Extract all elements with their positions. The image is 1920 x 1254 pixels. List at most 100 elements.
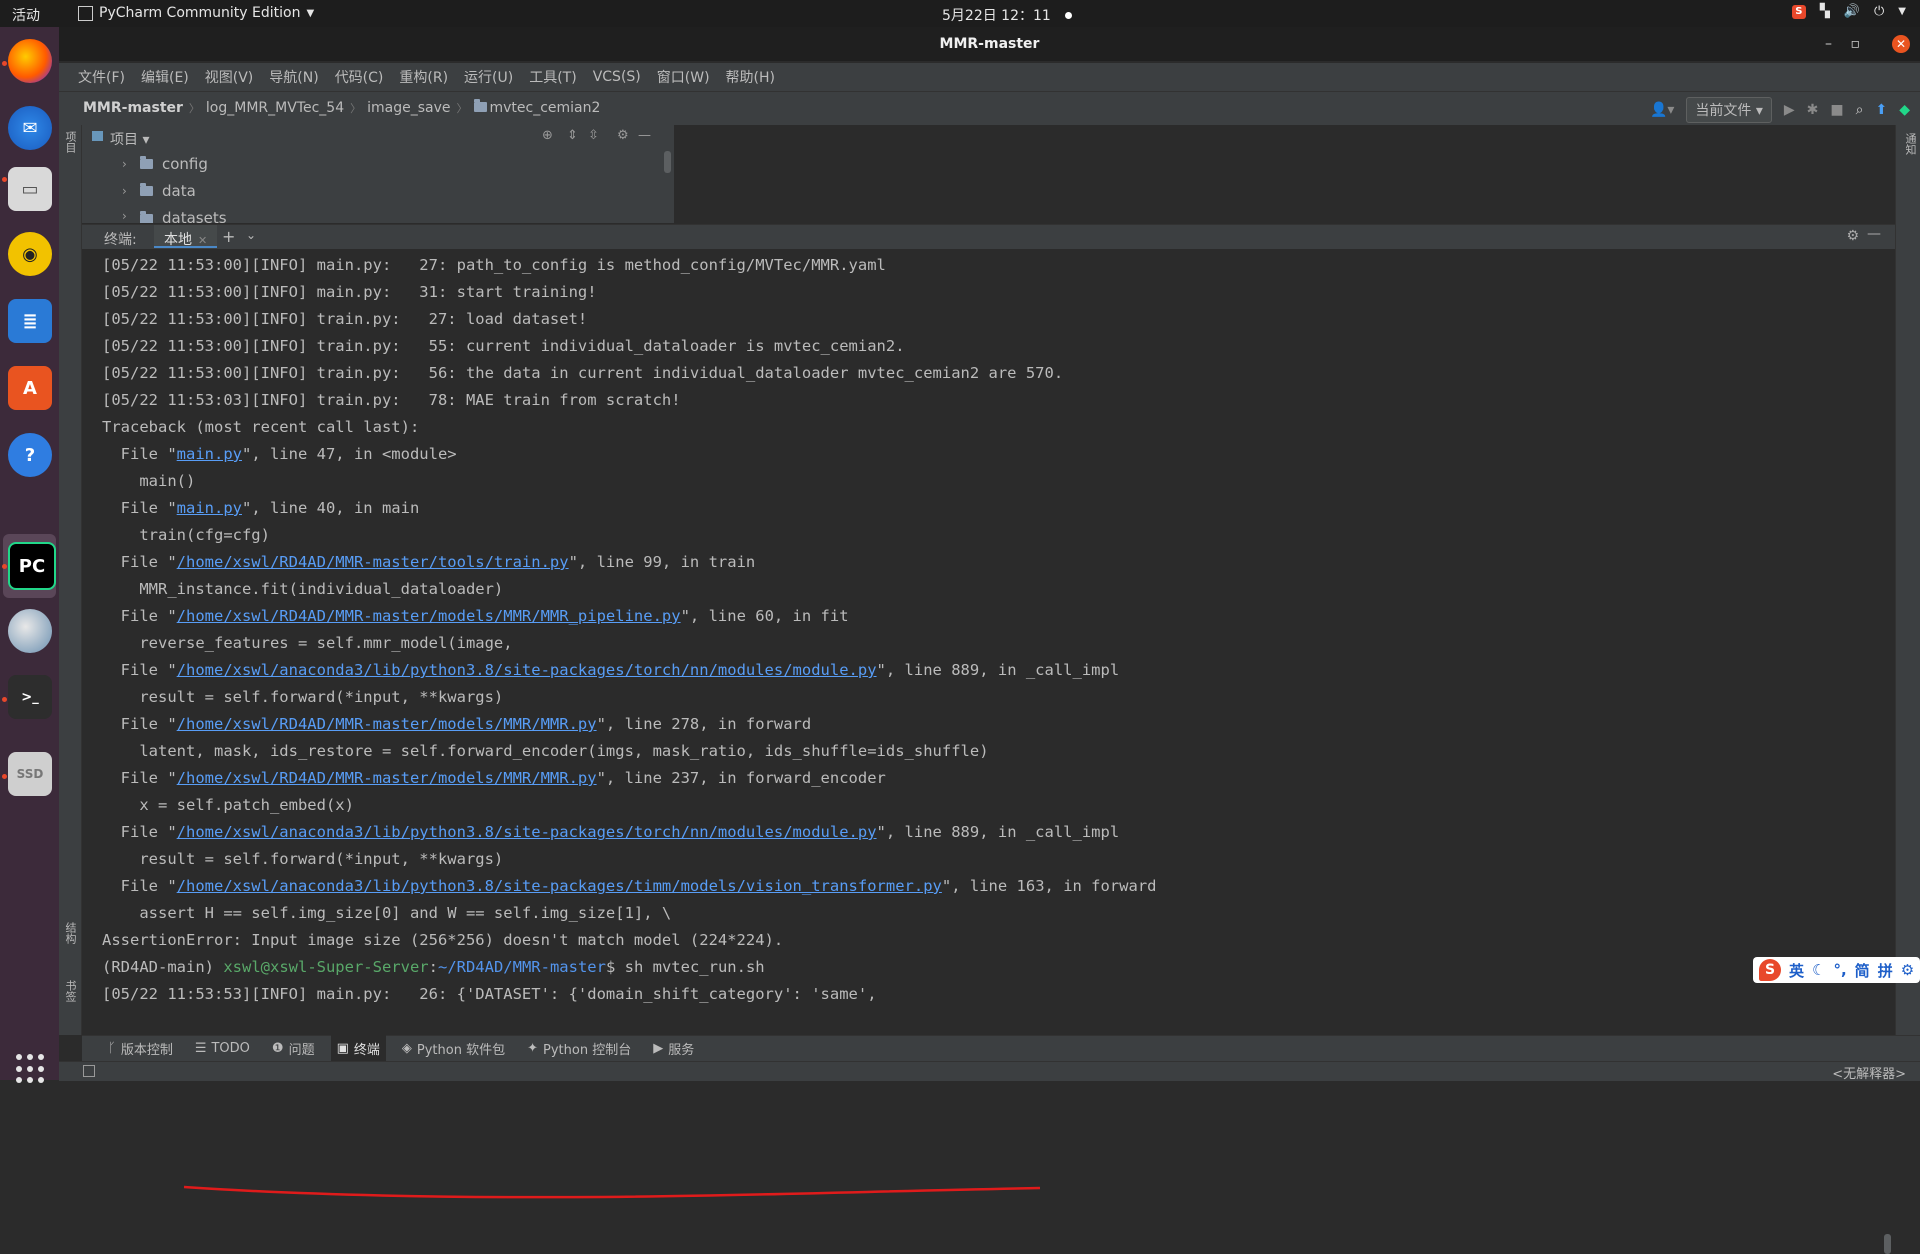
menu-view[interactable]: 视图(V) <box>205 67 254 87</box>
clock[interactable]: 5月22日 12：11 <box>942 5 1072 25</box>
project-tool-tab[interactable]: 项目 <box>62 131 78 153</box>
tab-terminal[interactable]: ▣ 终端 <box>330 1035 386 1062</box>
stop-icon[interactable]: ■ <box>1830 102 1843 118</box>
editor-area[interactable] <box>675 125 1895 223</box>
ime-toolbar[interactable]: S 英 ☾ °, 简 拼 ⚙ <box>1753 957 1920 983</box>
file-link[interactable]: /home/xswl/anaconda3/lib/python3.8/site-… <box>177 823 877 841</box>
red-underline-annotation <box>183 1185 1041 1199</box>
terminal-text: [05/22 11:53:00][INFO] train.py: 55: cur… <box>102 337 905 355</box>
menu-navigate[interactable]: 导航(N) <box>269 67 318 87</box>
firefox-icon[interactable] <box>8 39 52 83</box>
close-icon[interactable]: ✕ <box>1892 35 1910 53</box>
tree-item-config[interactable]: › config <box>122 155 208 173</box>
search-icon[interactable]: ⌕ <box>1856 102 1864 118</box>
window-titlebar[interactable]: MMR-master – ▫ ✕ <box>59 27 1920 61</box>
file-link[interactable]: main.py <box>177 499 242 517</box>
terminal-icon[interactable]: >_ <box>8 675 52 719</box>
pycharm-icon[interactable]: PC <box>8 542 56 590</box>
chevron-down-icon[interactable]: ⌄ <box>246 228 256 242</box>
interpreter-status[interactable]: <无解释器> <box>1832 1063 1906 1082</box>
punctuation-icon[interactable]: °, <box>1833 961 1846 979</box>
rhythmbox-icon[interactable]: ◉ <box>8 232 52 276</box>
new-tab-icon[interactable]: + <box>222 227 235 246</box>
writer-icon[interactable]: ≣ <box>8 299 52 343</box>
bookmarks-tool-tab[interactable]: 书签 <box>62 980 78 1002</box>
files-icon[interactable]: ▭ <box>8 167 52 211</box>
file-link[interactable]: /home/xswl/RD4AD/MMR-master/tools/train.… <box>177 553 569 571</box>
moon-icon[interactable]: ☾ <box>1812 961 1825 979</box>
update-icon[interactable]: ⬆ <box>1875 102 1887 118</box>
menu-window[interactable]: 窗口(W) <box>657 67 710 87</box>
tree-item-datasets[interactable]: › datasets <box>122 209 227 223</box>
tree-item-data[interactable]: › data <box>122 182 196 200</box>
breadcrumb-item[interactable]: log_MMR_MVTec_54 <box>206 100 344 116</box>
file-link[interactable]: /home/xswl/anaconda3/lib/python3.8/site-… <box>177 661 877 679</box>
user-icon[interactable]: 👤▾ <box>1650 102 1674 118</box>
tab-problems[interactable]: ❶ 问题 <box>272 1039 315 1058</box>
hide-icon[interactable]: — <box>638 128 651 143</box>
run-icon[interactable]: ▶ <box>1784 102 1795 118</box>
help-icon[interactable]: ? <box>8 433 52 477</box>
hide-icon[interactable]: — <box>1867 226 1881 242</box>
breadcrumb-item[interactable]: mvtec_cemian2 <box>473 99 600 116</box>
activities-button[interactable]: 活动 <box>12 5 40 25</box>
file-link[interactable]: main.py <box>177 445 242 463</box>
breadcrumb-root[interactable]: MMR-master <box>83 100 183 116</box>
ime-script[interactable]: 简 <box>1855 960 1870 981</box>
jetbrains-icon[interactable]: ◆ <box>1899 102 1910 118</box>
structure-tool-tab[interactable]: 结构 <box>62 922 78 944</box>
project-panel: 项目 ▾ ⊕ ⇕ ⇳ ⚙ — › config › data › dataset… <box>82 125 675 223</box>
tab-version-control[interactable]: ᚴ 版本控制 <box>108 1039 173 1058</box>
disc-burner-icon[interactable] <box>8 609 52 653</box>
menu-help[interactable]: 帮助(H) <box>726 67 775 87</box>
tab-label: Python 软件包 <box>416 1043 506 1058</box>
maximize-icon[interactable]: ▫ <box>1851 27 1861 61</box>
app-menu[interactable]: PyCharm Community Edition ▼ <box>78 5 314 21</box>
ime-lang[interactable]: 英 <box>1789 960 1804 981</box>
software-center-icon[interactable]: A <box>8 366 52 410</box>
locate-icon[interactable]: ⊕ <box>542 128 553 143</box>
minimize-icon[interactable]: – <box>1825 27 1832 61</box>
menu-tools[interactable]: 工具(T) <box>529 67 576 87</box>
ssd-drive-icon[interactable]: SSD <box>8 752 52 796</box>
run-config-select[interactable]: 当前文件 ▾ <box>1686 97 1772 123</box>
tab-services[interactable]: ▶ 服务 <box>653 1039 694 1058</box>
network-icon[interactable]: ▚ <box>1820 4 1830 19</box>
thunderbird-icon[interactable]: ✉ <box>8 106 52 150</box>
tab-python-packages[interactable]: ◈ Python 软件包 <box>402 1039 505 1058</box>
menu-file[interactable]: 文件(F) <box>78 67 125 87</box>
chevron-down-icon[interactable]: ▼ <box>1898 6 1906 17</box>
prompt-user: xswl@xswl-Super-Server <box>223 958 429 976</box>
tab-todo[interactable]: ☰ TODO <box>195 1041 250 1056</box>
volume-icon[interactable]: 🔊 <box>1844 4 1860 19</box>
gear-icon[interactable]: ⚙ <box>1901 961 1914 979</box>
menu-code[interactable]: 代码(C) <box>335 67 384 87</box>
file-link[interactable]: /home/xswl/RD4AD/MMR-master/models/MMR/M… <box>177 607 681 625</box>
debug-icon[interactable]: ✱ <box>1807 102 1819 118</box>
sogou-tray-icon[interactable]: S <box>1791 4 1806 19</box>
terminal-output[interactable]: [05/22 11:53:00][INFO] main.py: 27: path… <box>82 249 1895 1254</box>
menu-run[interactable]: 运行(U) <box>464 67 513 87</box>
expand-all-icon[interactable]: ⇕ <box>567 128 578 143</box>
project-scrollbar[interactable] <box>664 151 671 173</box>
toggle-tool-windows-icon[interactable] <box>83 1065 95 1077</box>
menu-refactor[interactable]: 重构(R) <box>399 67 448 87</box>
menu-edit[interactable]: 编辑(E) <box>141 67 189 87</box>
project-panel-title[interactable]: 项目 ▾ <box>110 129 149 149</box>
terminal-scrollbar[interactable] <box>1884 1234 1891 1254</box>
notifications-tool-tab[interactable]: 通知 <box>1902 133 1918 155</box>
file-link[interactable]: /home/xswl/RD4AD/MMR-master/models/MMR/M… <box>177 715 597 733</box>
power-icon[interactable]: ⏻ <box>1874 4 1884 19</box>
file-link[interactable]: /home/xswl/RD4AD/MMR-master/models/MMR/M… <box>177 769 597 787</box>
system-tray[interactable]: S ▚ 🔊 ⏻ ▼ <box>1791 4 1906 19</box>
close-icon[interactable]: ✕ <box>198 234 207 247</box>
gear-icon[interactable]: ⚙ <box>1846 228 1859 244</box>
file-link[interactable]: /home/xswl/anaconda3/lib/python3.8/site-… <box>177 877 942 895</box>
collapse-all-icon[interactable]: ⇳ <box>588 128 599 143</box>
ime-mode[interactable]: 拼 <box>1878 960 1893 981</box>
breadcrumb-item[interactable]: image_save <box>367 100 450 116</box>
tab-python-console[interactable]: ✦ Python 控制台 <box>527 1039 631 1058</box>
menu-vcs[interactable]: VCS(S) <box>593 69 641 85</box>
gear-icon[interactable]: ⚙ <box>617 128 629 143</box>
terminal-tab-local[interactable]: 本地 ✕ <box>154 225 218 248</box>
